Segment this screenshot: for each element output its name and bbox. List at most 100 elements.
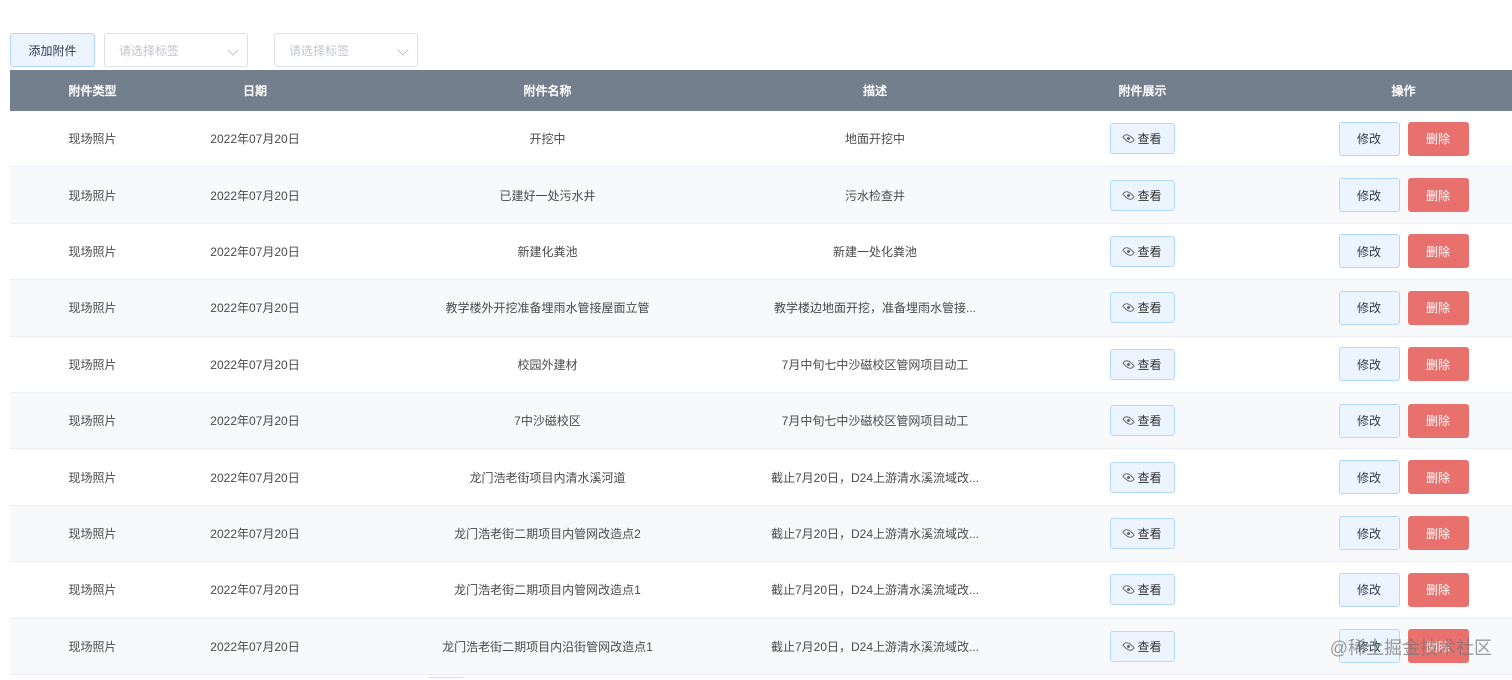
eye-icon: [1122, 245, 1136, 258]
cell-name: 龙门浩老街二期项目内管网改造点2: [454, 526, 641, 541]
description-text: 截止7月20日，D24上游清水溪流域改...: [770, 583, 980, 598]
view-button[interactable]: 查看: [1110, 517, 1175, 549]
view-label: 查看: [1137, 357, 1162, 372]
cell-description: 新建一处化粪池: [760, 224, 990, 279]
view-button[interactable]: 查看: [1110, 179, 1175, 211]
description-text: 7月中旬七中沙磁校区管网项目动工: [781, 357, 969, 372]
cell-description: 污水检查井: [760, 167, 990, 222]
cell-description: 截止7月20日，D24上游清水溪流域改...: [760, 506, 990, 561]
cell-display: 查看: [990, 224, 1295, 279]
table-row: 现场照片 2022年07月20日 龙门浩老街二期项目内管网改造点1 截止7月20日，D…: [10, 562, 1512, 619]
cell-operations: 修改 删除: [1295, 562, 1512, 617]
page: 添加附件 请选择标签 请选择标签 附件类型 日期 附件名称 描述 附件展示 操作…: [0, 0, 1512, 680]
description-text: 截止7月20日，D24上游清水溪流域改...: [770, 526, 980, 541]
delete-button[interactable]: 删除: [1407, 121, 1469, 156]
view-button[interactable]: 查看: [1110, 235, 1175, 267]
table-row: 现场照片 2022年07月20日 已建好一处污水井 污水检查井 查看 修改 删除: [10, 167, 1512, 224]
edit-button[interactable]: 修改: [1338, 516, 1400, 551]
cell-description: 7月中旬七中沙磁校区管网项目动工: [760, 337, 990, 392]
column-header-name: 附件名称: [523, 84, 572, 98]
cell-display: 查看: [990, 449, 1295, 504]
view-button[interactable]: 查看: [1110, 574, 1175, 606]
view-button[interactable]: 查看: [1110, 292, 1175, 324]
view-button[interactable]: 查看: [1110, 348, 1175, 380]
edit-button[interactable]: 修改: [1338, 460, 1400, 495]
view-label: 查看: [1137, 526, 1162, 541]
edit-button[interactable]: 修改: [1338, 121, 1400, 156]
watermark: @稀土掘金技术社区: [1329, 638, 1492, 658]
eye-icon: [1122, 414, 1136, 428]
delete-button[interactable]: 删除: [1407, 290, 1469, 325]
table-row: 现场照片 2022年07月20日 教学楼外开挖准备埋雨水管接屋面立管 教学楼边地面开挖…: [10, 280, 1512, 337]
column-header-type: 附件类型: [68, 84, 117, 98]
table-row: 现场照片 2022年07月20日 7中沙磁校区 7月中旬七中沙磁校区管网项目动工 查看 修…: [10, 392, 1512, 450]
eye-icon: [1122, 583, 1136, 597]
cell-display: 查看: [990, 619, 1295, 674]
cell-type: 现场照片: [68, 301, 117, 316]
edit-button[interactable]: 修改: [1338, 347, 1400, 382]
eye-icon: [1122, 301, 1136, 315]
view-label: 查看: [1137, 414, 1162, 429]
delete-button[interactable]: 删除: [1407, 460, 1469, 495]
delete-button[interactable]: 删除: [1407, 403, 1469, 438]
chevron-down-icon: [397, 44, 409, 56]
cell-display: 查看: [990, 393, 1295, 448]
cell-name: 校园外建材: [517, 357, 578, 372]
description-text: 教学楼边地面开挖，准备埋雨水管接...: [773, 301, 976, 316]
delete-button[interactable]: 删除: [1407, 178, 1469, 213]
view-label: 查看: [1137, 583, 1162, 598]
delete-button[interactable]: 删除: [1407, 516, 1469, 551]
edit-button[interactable]: 修改: [1338, 403, 1400, 438]
description-text: 污水检查井: [844, 188, 905, 203]
cell-display: 查看: [990, 280, 1295, 335]
cell-operations: 修改 删除: [1295, 111, 1512, 166]
table-body: 现场照片 2022年07月20日 开挖中 地面开挖中 查看 修改 删除 现场照片 2022年07…: [10, 111, 1512, 675]
table-row: 现场照片 2022年07月20日 开挖中 地面开挖中 查看 修改 删除: [10, 111, 1512, 168]
description-text: 截止7月20日，D24上游清水溪流域改...: [770, 639, 980, 654]
cell-operations: 修改 删除: [1295, 506, 1512, 561]
column-header-description: 描述: [862, 84, 887, 98]
view-button[interactable]: 查看: [1110, 123, 1175, 155]
cell-date: 2022年07月20日: [210, 301, 300, 316]
view-button[interactable]: 查看: [1110, 405, 1175, 437]
cell-name: 龙门浩老街项目内清水溪河道: [469, 470, 626, 485]
tag-select-2[interactable]: 请选择标签: [274, 33, 418, 67]
view-button[interactable]: 查看: [1110, 461, 1175, 493]
tag-select-1[interactable]: 请选择标签: [104, 33, 248, 67]
toolbar: 添加附件 请选择标签 请选择标签: [10, 33, 430, 67]
cell-type: 现场照片: [68, 414, 117, 429]
eye-icon: [1122, 527, 1136, 540]
cell-display: 查看: [990, 562, 1295, 617]
cell-description: 截止7月20日，D24上游清水溪流域改...: [760, 562, 990, 617]
cell-operations: 修改 删除: [1295, 393, 1512, 448]
cell-date: 2022年07月20日: [210, 470, 300, 485]
cell-operations: 修改 删除: [1295, 224, 1512, 279]
description-text: 7月中旬七中沙磁校区管网项目动工: [781, 414, 969, 429]
cell-description: 截止7月20日，D24上游清水溪流域改...: [760, 619, 990, 674]
table-header: 附件类型 日期 附件名称 描述 附件展示 操作: [10, 70, 1512, 111]
view-button[interactable]: 查看: [1110, 630, 1175, 662]
column-header-date: 日期: [242, 84, 267, 98]
delete-button[interactable]: 删除: [1407, 347, 1469, 382]
delete-button[interactable]: 删除: [1407, 234, 1469, 269]
cell-type: 现场照片: [68, 470, 117, 485]
table-row: 现场照片 2022年07月20日 龙门浩老街二期项目内管网改造点2 截止7月20日，D…: [10, 505, 1512, 563]
cell-date: 2022年07月20日: [210, 414, 300, 429]
cell-type: 现场照片: [68, 583, 117, 598]
view-label: 查看: [1137, 301, 1162, 316]
view-label: 查看: [1137, 132, 1162, 147]
edit-button[interactable]: 修改: [1338, 234, 1400, 269]
delete-button[interactable]: 删除: [1407, 572, 1469, 607]
edit-button[interactable]: 修改: [1338, 290, 1400, 325]
edit-button[interactable]: 修改: [1338, 178, 1400, 213]
add-attachment-button[interactable]: 添加附件: [10, 33, 95, 67]
cell-type: 现场照片: [68, 188, 117, 203]
table-row: 现场照片 2022年07月20日 龙门浩老街二期项目内沿街管网改造点1 截止7月20日…: [10, 618, 1512, 675]
table-row: 现场照片 2022年07月20日 新建化粪池 新建一处化粪池 查看 修改 删除: [10, 224, 1512, 281]
cell-date: 2022年07月20日: [210, 526, 300, 541]
table-row: 现场照片 2022年07月20日 龙门浩老街项目内清水溪河道 截止7月20日，D24上…: [10, 449, 1512, 506]
tag-select-1-placeholder: 请选择标签: [119, 43, 180, 58]
edit-button[interactable]: 修改: [1338, 572, 1400, 607]
cell-description: 7月中旬七中沙磁校区管网项目动工: [760, 393, 990, 448]
cell-display: 查看: [990, 111, 1295, 166]
